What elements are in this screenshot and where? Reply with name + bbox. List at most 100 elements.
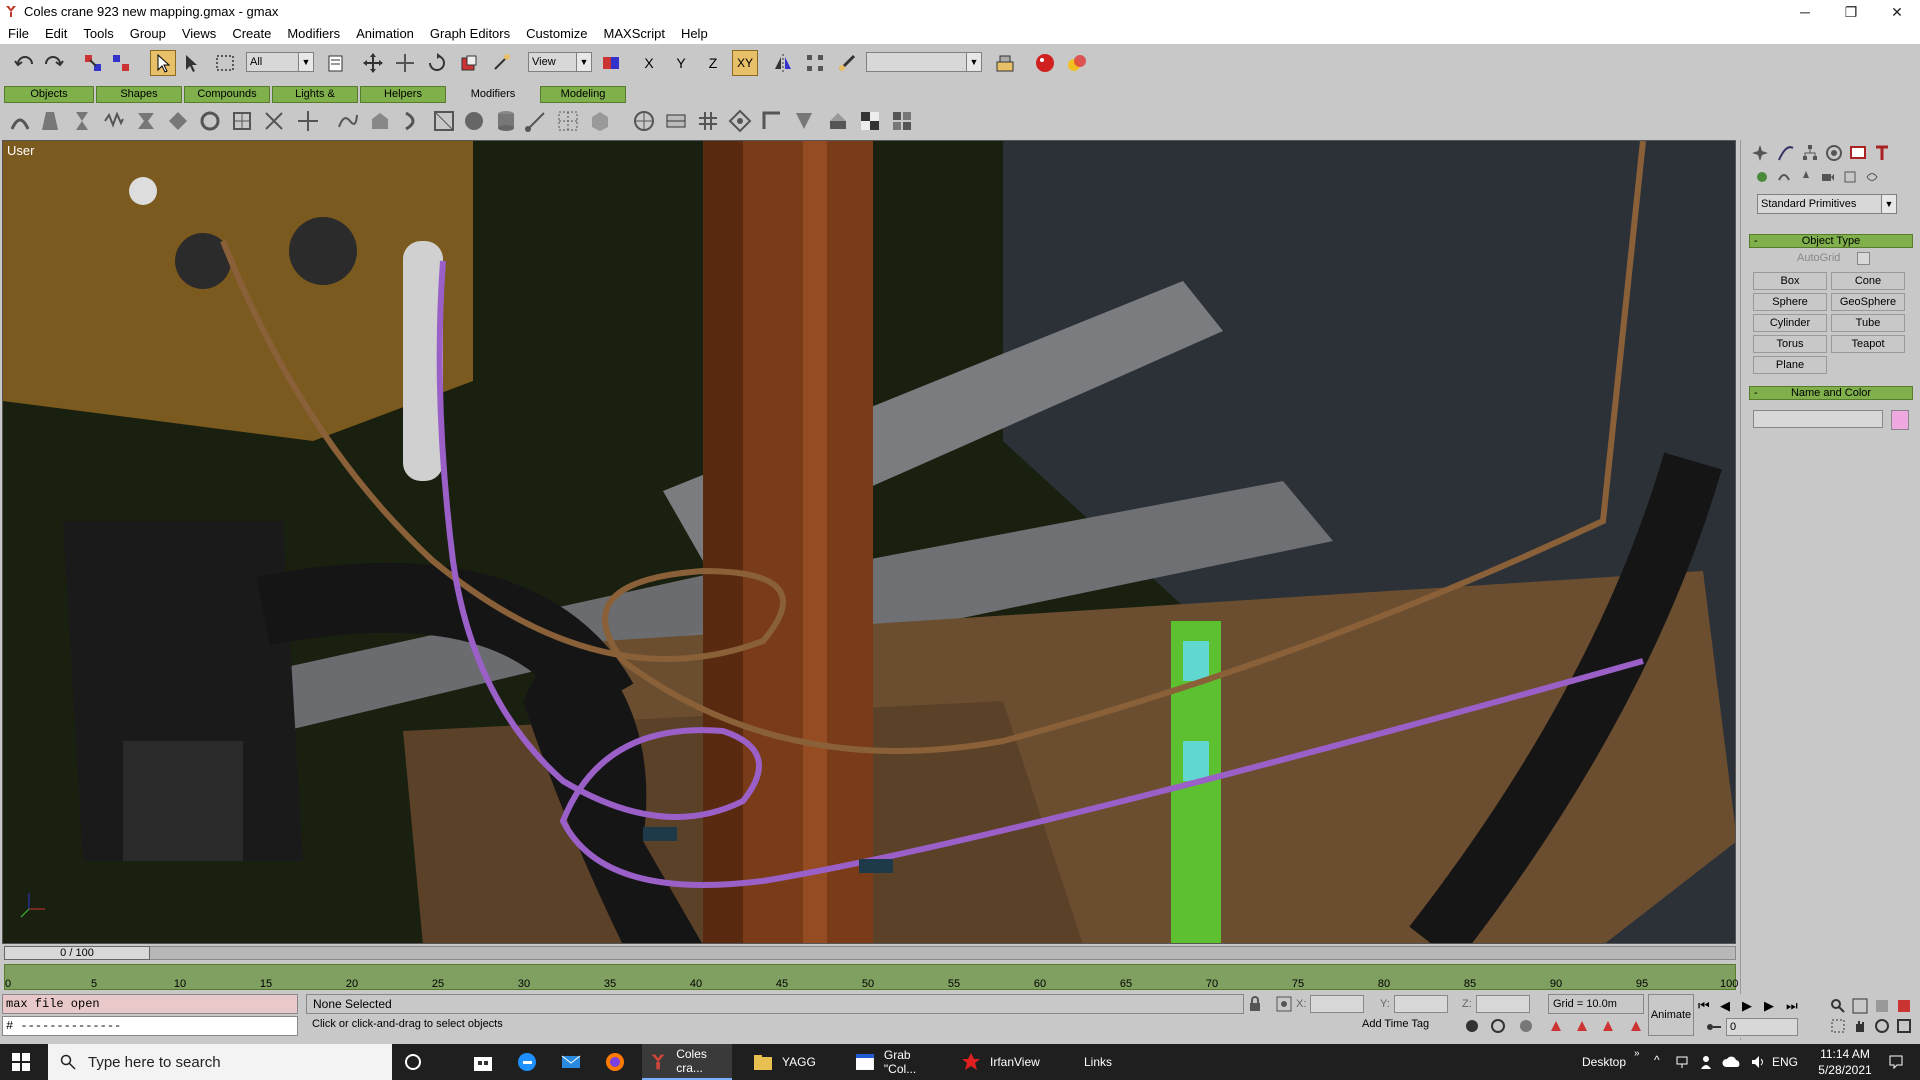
tab-shapes[interactable]: Shapes xyxy=(96,86,182,103)
select-and-scale-button[interactable] xyxy=(456,50,482,76)
task-yagg[interactable]: YAGG xyxy=(748,1044,838,1080)
minimize-button[interactable]: ─ xyxy=(1782,0,1828,24)
cylinder-primitive-icon[interactable] xyxy=(494,109,518,133)
primitive-type-dropdown[interactable]: Standard Primitives ▼ xyxy=(1757,194,1897,214)
menu-create[interactable]: Create xyxy=(224,24,279,44)
time-slider-track[interactable] xyxy=(4,946,1736,960)
select-and-move-alt-button[interactable] xyxy=(392,50,418,76)
firefox-icon[interactable] xyxy=(604,1051,626,1073)
cone-button[interactable]: Cone xyxy=(1831,272,1905,290)
tab-modeling[interactable]: Modeling xyxy=(540,86,626,103)
selection-filter-dropdown[interactable]: All ▼ xyxy=(246,52,314,72)
region-zoom-icon[interactable] xyxy=(1830,1018,1846,1034)
menu-modifiers[interactable]: Modifiers xyxy=(279,24,348,44)
helpers-category-icon[interactable] xyxy=(1843,170,1857,184)
bevel-modifier-icon[interactable] xyxy=(432,109,456,133)
plane-button[interactable]: Plane xyxy=(1753,356,1827,374)
menu-edit[interactable]: Edit xyxy=(37,24,75,44)
noise-modifier-icon[interactable] xyxy=(102,109,126,133)
add-time-tag-button[interactable]: Add Time Tag xyxy=(1362,1018,1429,1030)
menu-help[interactable]: Help xyxy=(673,24,716,44)
autogrid-checkbox[interactable] xyxy=(1857,252,1870,265)
lights-category-icon[interactable] xyxy=(1799,170,1813,184)
select-and-move-button[interactable] xyxy=(360,50,386,76)
degradation-override-icon[interactable] xyxy=(1600,1018,1616,1034)
restrict-y-button[interactable]: Y xyxy=(668,50,694,76)
tab-modifiers[interactable]: Modifiers xyxy=(448,86,538,103)
x-coord-field[interactable] xyxy=(1310,995,1364,1013)
clock-time[interactable]: 11:14 AM xyxy=(1818,1047,1872,1061)
maximize-button[interactable]: ❐ xyxy=(1828,0,1874,24)
unwrap-uvw-icon[interactable] xyxy=(664,109,688,133)
store-icon[interactable] xyxy=(472,1051,494,1073)
taskbar-search-box[interactable]: Type here to search xyxy=(48,1044,392,1080)
geometry-category-icon[interactable] xyxy=(1755,170,1769,184)
object-name-field[interactable] xyxy=(1753,410,1883,428)
render-button[interactable] xyxy=(1064,50,1090,76)
windows-start-icon[interactable] xyxy=(12,1053,30,1071)
teapot-button[interactable]: Teapot xyxy=(1831,335,1905,353)
ffd-modifier-icon[interactable] xyxy=(230,109,254,133)
time-slider-thumb[interactable]: 0 / 100 xyxy=(4,946,150,960)
keyboard-override-icon[interactable] xyxy=(1574,1018,1590,1034)
cortana-icon[interactable] xyxy=(404,1053,422,1071)
task-irfanview[interactable]: IrfanView xyxy=(956,1044,1056,1080)
material-editor-button[interactable] xyxy=(1032,50,1058,76)
taper-modifier-icon[interactable] xyxy=(38,109,62,133)
transform-gizmo-icon[interactable] xyxy=(1628,1018,1644,1034)
input-language[interactable]: ENG xyxy=(1772,1055,1798,1069)
hierarchy-panel-icon[interactable] xyxy=(1801,144,1819,162)
menu-tools[interactable]: Tools xyxy=(75,24,121,44)
maximize-viewport-icon[interactable] xyxy=(1896,1018,1912,1034)
object-color-swatch[interactable] xyxy=(1891,410,1909,430)
cameras-category-icon[interactable] xyxy=(1821,170,1835,184)
zoom-icon[interactable] xyxy=(1830,998,1846,1014)
smooth-modifier-icon[interactable] xyxy=(696,109,720,133)
zoom-extents-all-icon[interactable] xyxy=(1896,998,1912,1014)
normal-modifier-icon[interactable] xyxy=(728,109,752,133)
maxscript-listener-line[interactable]: max file open xyxy=(2,994,298,1014)
xform-modifier-icon[interactable] xyxy=(296,109,320,133)
utilities-panel-icon[interactable] xyxy=(1873,144,1891,162)
select-and-link-button[interactable] xyxy=(80,50,106,76)
shapes-category-icon[interactable] xyxy=(1777,170,1791,184)
volume-icon[interactable] xyxy=(1750,1054,1766,1070)
select-by-name-button[interactable] xyxy=(178,50,204,76)
key-mode-icon[interactable] xyxy=(1706,1020,1722,1034)
torus-button[interactable]: Torus xyxy=(1753,335,1827,353)
lattice-modifier-icon[interactable] xyxy=(262,109,286,133)
zoom-all-icon[interactable] xyxy=(1852,998,1868,1014)
z-coord-field[interactable] xyxy=(1476,995,1530,1013)
spinner-snap-icon[interactable] xyxy=(1548,1018,1564,1034)
select-object-button[interactable] xyxy=(150,50,176,76)
create-panel-icon[interactable] xyxy=(1751,144,1769,162)
edit-spline-icon[interactable] xyxy=(336,109,360,133)
tab-helpers[interactable]: Helpers xyxy=(360,86,446,103)
arc-rotate-icon[interactable] xyxy=(1874,1018,1890,1034)
optimize-modifier-icon[interactable] xyxy=(792,109,816,133)
onedrive-cloud-icon[interactable] xyxy=(1722,1055,1742,1069)
tab-compounds[interactable]: Compounds xyxy=(184,86,270,103)
bend-modifier-icon[interactable] xyxy=(8,109,32,133)
stretch-modifier-icon[interactable] xyxy=(134,109,158,133)
angle-snap-icon[interactable] xyxy=(1490,1018,1506,1034)
current-frame-field[interactable] xyxy=(1726,1018,1798,1036)
array-button[interactable] xyxy=(802,50,828,76)
restrict-xy-button[interactable]: XY xyxy=(732,50,758,76)
use-pivot-center-button[interactable] xyxy=(598,50,624,76)
menu-graph-editors[interactable]: Graph Editors xyxy=(422,24,518,44)
checker-material-icon[interactable] xyxy=(858,109,882,133)
cap-holes-icon[interactable] xyxy=(826,109,850,133)
box-button[interactable]: Box xyxy=(1753,272,1827,290)
layer-manager-button[interactable] xyxy=(992,50,1018,76)
animate-button[interactable]: Animate xyxy=(1648,994,1694,1036)
menu-file[interactable]: File xyxy=(0,24,37,44)
cylinder-button[interactable]: Cylinder xyxy=(1753,314,1827,332)
edit-mesh-icon[interactable] xyxy=(588,109,612,133)
mirror-button[interactable] xyxy=(770,50,796,76)
object-type-rollout-header[interactable]: - Object Type xyxy=(1749,234,1913,248)
multi-material-icon[interactable] xyxy=(890,109,914,133)
y-coord-field[interactable] xyxy=(1394,995,1448,1013)
motion-panel-icon[interactable] xyxy=(1825,144,1843,162)
task-grab[interactable]: Grab "Col... xyxy=(850,1044,946,1080)
